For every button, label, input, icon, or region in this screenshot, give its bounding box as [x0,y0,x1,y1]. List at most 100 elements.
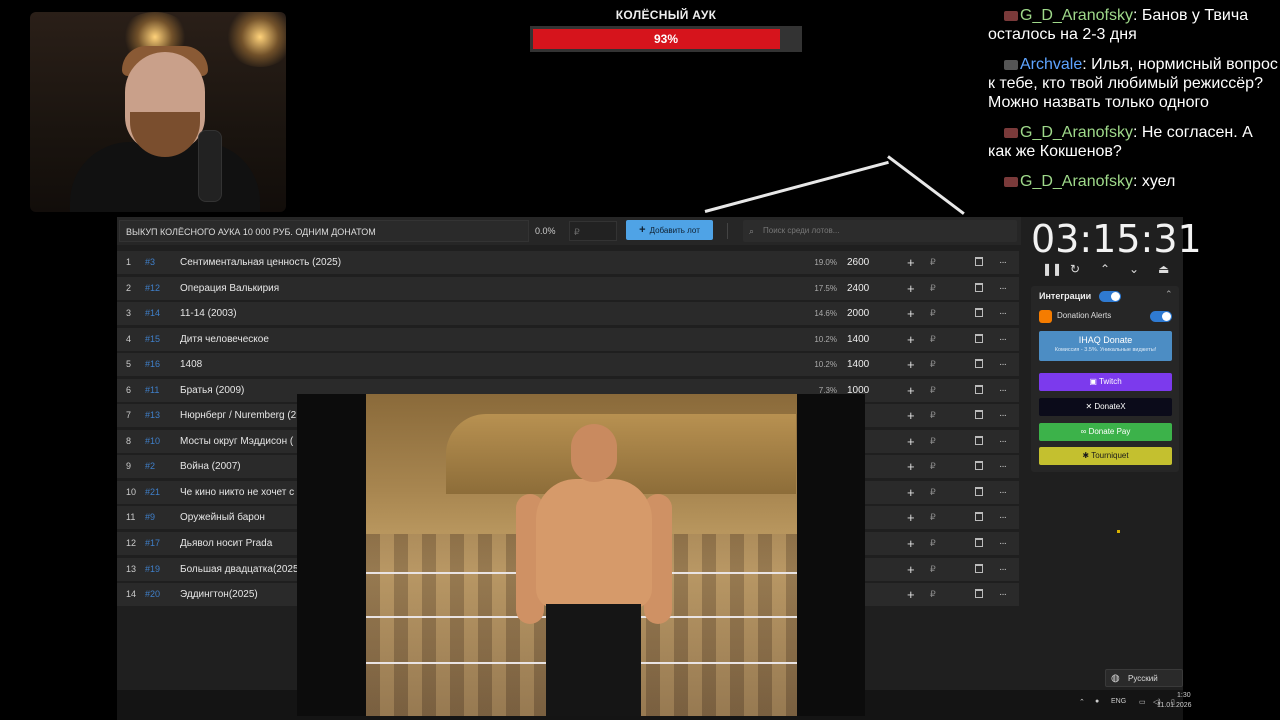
amount-input[interactable]: ₽ [930,455,936,478]
trash-icon[interactable] [975,282,983,292]
amount-input[interactable]: ₽ [930,583,936,606]
add-amount-icon[interactable]: + [907,404,915,427]
add-amount-icon[interactable]: + [907,430,915,453]
trash-icon[interactable] [975,384,983,394]
donation-alerts-toggle[interactable] [1150,311,1172,322]
lot-name[interactable]: Сентиментальная ценность (2025) [180,251,341,274]
lot-name[interactable]: Нюрнберг / Nuremberg (2 [180,404,296,427]
network-icon[interactable]: ▭ [1139,698,1146,706]
more-icon[interactable]: ··· [999,404,1007,427]
ihaq-donate-button[interactable]: IHAQ Donate Комиссия - 3.5%. Уникальные … [1039,331,1172,361]
amount-input[interactable]: ₽ [930,481,936,504]
amount-input[interactable]: ₽ [569,221,617,241]
more-icon[interactable]: ··· [999,353,1007,376]
more-icon[interactable]: ··· [999,251,1007,274]
more-icon[interactable]: ··· [999,328,1007,351]
lot-row[interactable]: 1 #3 Сентиментальная ценность (2025) 19.0% 2… [117,251,1019,274]
lot-name[interactable]: Братья (2009) [180,379,244,402]
lot-row[interactable]: 3 #14 11-14 (2003) 14.6% 2000 + ₽ ··· [117,302,1019,326]
add-lot-button[interactable]: + Добавить лот [626,220,713,240]
lot-row[interactable]: 2 #12 Операция Валькирия 17.5% 2400 + ₽ ··· [117,276,1019,300]
collapse-icon[interactable]: ⌃ [1165,289,1173,300]
more-icon[interactable]: ··· [999,481,1007,504]
lot-name[interactable]: Дитя человеческое [180,328,269,351]
more-icon[interactable]: ··· [999,506,1007,529]
integrations-toggle[interactable] [1099,291,1121,302]
lot-name[interactable]: Мосты округ Мэддисон ( [180,430,293,453]
add-amount-icon[interactable]: + [907,302,915,325]
donate-pay-button[interactable]: ∞ Donate Pay [1039,423,1172,441]
search-input[interactable]: ⌕ Поиск среди лотов... [743,220,1017,242]
lot-row[interactable]: 5 #16 1408 10.2% 1400 + ₽ ··· [117,353,1019,377]
add-amount-icon[interactable]: + [907,353,915,376]
lot-name[interactable]: Война (2007) [180,455,241,478]
add-amount-icon[interactable]: + [907,455,915,478]
more-icon[interactable]: ··· [999,583,1007,606]
tray-chevron-icon[interactable]: ⌃ [1079,698,1085,706]
chevron-up-icon[interactable]: ⌃ [1100,262,1110,276]
trash-icon[interactable] [975,512,983,522]
more-icon[interactable]: ··· [999,277,1007,300]
add-amount-icon[interactable]: + [907,328,915,351]
language-selector[interactable]: ◍ Русский [1105,669,1183,687]
more-icon[interactable]: ··· [999,379,1007,402]
eject-icon[interactable]: ⏏ [1158,262,1169,276]
amount-input[interactable]: ₽ [930,430,936,453]
auction-name-field[interactable]: ВЫКУП КОЛЁСНОГО АУКА 10 000 РУБ. ОДНИМ Д… [119,220,529,242]
pause-icon[interactable]: ❚❚ [1042,262,1062,276]
more-icon[interactable]: ··· [999,302,1007,325]
more-icon[interactable]: ··· [999,558,1007,581]
donatex-button[interactable]: ✕ DonateX [1039,398,1172,416]
lot-row[interactable]: 4 #15 Дитя человеческое 10.2% 1400 + ₽ ··· [117,327,1019,351]
chevron-down-icon[interactable]: ⌄ [1129,262,1139,276]
add-amount-icon[interactable]: + [907,481,915,504]
add-amount-icon[interactable]: + [907,506,915,529]
trash-icon[interactable] [975,563,983,573]
amount-input[interactable]: ₽ [930,558,936,581]
lot-name[interactable]: Операция Валькирия [180,277,279,300]
amount-input[interactable]: ₽ [930,353,936,376]
trash-icon[interactable] [975,359,983,369]
trash-icon[interactable] [975,410,983,420]
add-amount-icon[interactable]: + [907,532,915,555]
trash-icon[interactable] [975,333,983,343]
trash-icon[interactable] [975,589,983,599]
trash-icon[interactable] [975,435,983,445]
tray-language[interactable]: ENG [1111,698,1126,705]
amount-input[interactable]: ₽ [930,302,936,325]
trash-icon[interactable] [975,257,983,266]
lot-name[interactable]: 11-14 (2003) [180,302,237,325]
amount-input[interactable]: ₽ [930,277,936,300]
lot-name[interactable]: Эддингтон(2025) [180,583,258,606]
add-amount-icon[interactable]: + [907,379,915,402]
clock-time[interactable]: 1:30 [1177,692,1191,699]
add-amount-icon[interactable]: + [907,251,915,274]
amount-input[interactable]: ₽ [930,379,936,402]
trash-icon[interactable] [975,308,983,318]
add-amount-icon[interactable]: + [907,277,915,300]
more-icon[interactable]: ··· [999,455,1007,478]
amount-input[interactable]: ₽ [930,532,936,555]
lot-name[interactable]: Большая двадцатка(2025 [180,558,299,581]
trash-icon[interactable] [975,486,983,496]
tourniquet-button[interactable]: ✱ Tourniquet [1039,447,1172,465]
amount-input[interactable]: ₽ [930,506,936,529]
lot-name[interactable]: Дьявол носит Prada [180,532,272,555]
mic-icon[interactable]: ● [1095,698,1099,705]
amount-input[interactable]: ₽ [930,328,936,351]
lot-name[interactable]: Че кино никто не хочет с [180,481,294,504]
reset-icon[interactable]: ↻ [1070,262,1080,276]
lot-name[interactable]: 1408 [180,353,202,376]
add-amount-icon[interactable]: + [907,558,915,581]
lot-percent: 19.0% [814,258,837,267]
trash-icon[interactable] [975,461,983,471]
more-icon[interactable]: ··· [999,430,1007,453]
trash-icon[interactable] [975,538,983,548]
amount-input[interactable]: ₽ [930,404,936,427]
lot-name[interactable]: Оружейный барон [180,506,265,529]
amount-input[interactable]: ₽ [930,251,936,274]
more-icon[interactable]: ··· [999,532,1007,555]
twitch-button[interactable]: ▣ Twitch [1039,373,1172,391]
add-amount-icon[interactable]: + [907,583,915,606]
clock-date[interactable]: 11.01.2026 [1157,702,1192,709]
